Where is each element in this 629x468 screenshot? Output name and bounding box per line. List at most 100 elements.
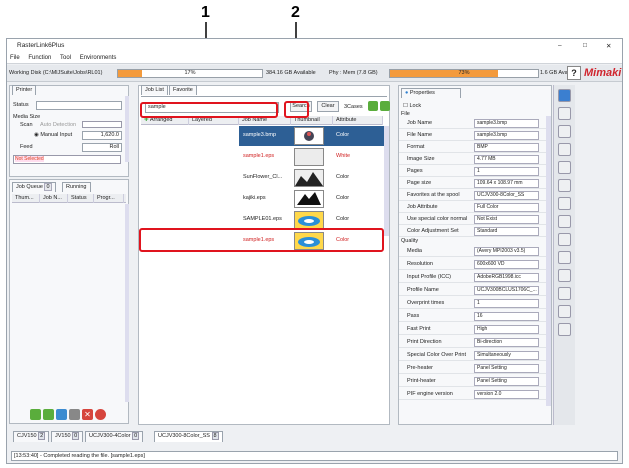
col-status[interactable]: Status — [68, 194, 94, 203]
prop-overprint-times[interactable]: Overprint times 1 — [399, 298, 549, 309]
disk-usage-fill — [118, 70, 143, 77]
job-row-sample3[interactable]: sample3.bmp Color — [141, 126, 385, 146]
maximize-button[interactable]: □ — [583, 42, 587, 49]
tab-job-list[interactable]: Job List — [141, 85, 168, 95]
sort-up-icon[interactable] — [368, 101, 378, 111]
col-progress[interactable]: Progr... — [94, 194, 124, 203]
queue-icon[interactable] — [558, 287, 571, 300]
delete-job-button[interactable]: ✕ — [82, 409, 93, 420]
clear-button[interactable]: Clear — [317, 101, 339, 112]
close-button[interactable]: ✕ — [606, 42, 611, 50]
printer-tab-jv150[interactable]: JV150 0 — [51, 431, 84, 442]
help-button[interactable]: ? — [567, 66, 581, 80]
disk-available: 384.16 GB Available — [266, 70, 316, 76]
job-thumbnail — [294, 127, 324, 145]
manual-input-radio[interactable]: ◉ Manual Input — [34, 132, 72, 138]
prop-pre-heater[interactable]: Pre-heater Panel Setting — [399, 363, 549, 374]
sort-down-icon[interactable] — [380, 101, 390, 111]
col-job-name[interactable]: Job N... — [40, 194, 68, 203]
properties-icon[interactable] — [558, 89, 571, 102]
tiling-icon[interactable] — [558, 179, 571, 192]
lock-checkbox[interactable]: ☐ Lock — [403, 103, 421, 109]
title-bar: RasterLink6Plus – □ ✕ — [7, 39, 622, 53]
scan-slider[interactable] — [82, 121, 122, 128]
col-thumbnail[interactable]: Thum... — [12, 194, 40, 203]
prop-profile-name[interactable]: Profile Name UCJV300BCLUS1706C_... — [399, 285, 549, 296]
prop-media[interactable]: Media (Avery MPI2003 v3.5) — [399, 246, 549, 257]
file-section-label: File — [401, 111, 410, 117]
prop-input-profile[interactable]: Input Profile (ICC) AdobeRGB1998.icc — [399, 272, 549, 283]
job-attribute-cell: White — [336, 153, 351, 159]
prop-pif-engine-version: PIF engine version version 2.0 — [399, 389, 549, 400]
layout-icon[interactable] — [558, 107, 571, 120]
prop-special-color-over-print[interactable]: Special Color Over Print Simultaneously — [399, 350, 549, 361]
working-disk-label: Working Disk (C:\MlJSuite\Jobs\RL01) — [9, 70, 103, 76]
trash-icon[interactable] — [558, 305, 571, 318]
job-row-sample1-white[interactable]: sample1.eps White — [141, 147, 381, 167]
job-name-cell: sample1.eps — [243, 153, 275, 159]
memory-label: Phy : Mem (7.8 GB) — [329, 70, 378, 76]
prop-fast-print[interactable]: Fast Print High — [399, 324, 549, 335]
start-queue-button[interactable] — [30, 409, 41, 420]
properties-scrollbar[interactable] — [546, 116, 551, 406]
manual-value-field[interactable]: 1,620.0 — [82, 131, 122, 140]
special-plate-icon[interactable] — [558, 161, 571, 174]
feed-label: Feed — [20, 144, 33, 150]
menu-function[interactable]: Function — [28, 55, 51, 61]
queue-header: Thum... Job N... Status Progr... — [12, 194, 126, 203]
prop-print-heater[interactable]: Print-heater Panel Setting — [399, 376, 549, 387]
prop-pass[interactable]: Pass 16 — [399, 311, 549, 322]
memory-usage-bar: 73% — [389, 69, 539, 78]
prop-image-size: Image Size 4.77 MB — [399, 154, 549, 165]
tab-printer[interactable]: Printer — [12, 85, 37, 95]
auto-detection-radio[interactable]: Auto Detection — [40, 122, 76, 128]
printer-panel-scrollbar[interactable] — [125, 96, 129, 162]
job-list-panel: Job List Favorite sample Search Clear 3C… — [138, 85, 390, 425]
queue-scrollbar[interactable] — [125, 204, 129, 402]
job-list-scrollbar[interactable] — [384, 126, 389, 236]
status-indicator: Not Selected — [13, 155, 121, 164]
tab-job-queue[interactable]: Job Queue 0 — [12, 182, 56, 192]
menu-environments[interactable]: Environments — [80, 55, 117, 61]
stop-button[interactable] — [69, 409, 80, 420]
tab-running[interactable]: Running — [62, 182, 91, 192]
scan-label: Scan — [20, 122, 33, 128]
step-queue-button[interactable] — [43, 409, 54, 420]
cancel-all-icon[interactable] — [95, 409, 106, 420]
full-color-icon[interactable] — [558, 233, 571, 246]
printer-tab-ucjv300-8color-ss[interactable]: UCJV300-8Color_SS 8 — [154, 431, 223, 442]
help-icon[interactable] — [558, 323, 571, 336]
menu-tool[interactable]: Tool — [60, 55, 71, 61]
menu-file[interactable]: File — [10, 55, 20, 61]
feed-value-field[interactable]: Roll — [82, 143, 122, 152]
pause-button[interactable] — [56, 409, 67, 420]
job-row-kajiki[interactable]: kajiki.eps Color — [141, 189, 381, 209]
cut-icon[interactable] — [558, 251, 571, 264]
prop-print-direction[interactable]: Print Direction Bi-direction — [399, 337, 549, 348]
printer-tab-ucjv300-4color[interactable]: UCJV300-4Color 0 — [85, 431, 144, 442]
minimize-button[interactable]: – — [558, 42, 562, 49]
callout-box-search-input — [140, 102, 278, 118]
tab-favorite[interactable]: Favorite — [169, 85, 197, 95]
color-management-icon[interactable] — [558, 125, 571, 138]
function-toolbar — [553, 85, 575, 425]
prop-resolution[interactable]: Resolution 600x600 VD — [399, 259, 549, 270]
job-attribute-cell: Color — [336, 174, 350, 180]
disk-usage-bar: 17% — [117, 69, 263, 78]
job-row-sunflower[interactable]: SunFlower_Cl... Color — [141, 168, 381, 188]
printer-output-icon[interactable] — [558, 197, 571, 210]
prop-color-adjustment[interactable]: Color Adjustment Set Standard — [399, 226, 549, 237]
job-row-sample01[interactable]: SAMPLE01.eps Color — [141, 210, 381, 230]
job-attribute-cell: Color — [336, 132, 350, 138]
prop-job-name: Job Name sample3.bmp — [399, 118, 549, 129]
step-repeat-icon[interactable] — [558, 215, 571, 228]
col-attribute[interactable]: Attribute — [333, 116, 383, 125]
job-thumbnail — [294, 169, 324, 187]
properties-panel: ● Properties ☐ Lock File Job Name sample3… — [398, 85, 552, 425]
variable-data-icon[interactable] — [558, 143, 571, 156]
printer-tab-cjv150[interactable]: CJV150 2 — [13, 431, 50, 442]
print-icon[interactable] — [558, 269, 571, 282]
resource-status-bar: Working Disk (C:\MlJSuite\Jobs\RL01) 17%… — [7, 65, 622, 82]
job-name-cell: kajiki.eps — [243, 195, 266, 201]
tab-properties[interactable]: ● Properties — [401, 88, 461, 98]
